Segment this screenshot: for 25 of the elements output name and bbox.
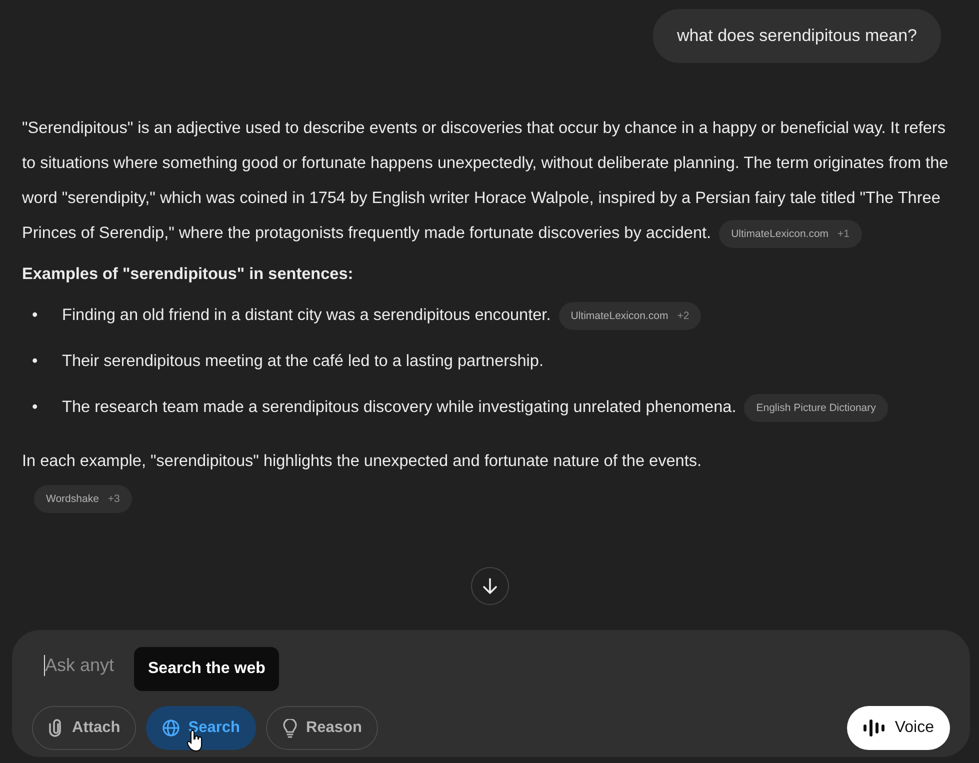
voice-button[interactable]: Voice — [846, 706, 950, 750]
tooltip: Search the web — [134, 647, 280, 691]
example-sentence: Finding an old friend in a distant city was a serendipitous encounter. UltimateLexicon.com +2 — [62, 298, 702, 333]
source-chip[interactable]: UltimateLexicon.com +1 — [719, 220, 862, 248]
tool-button[interactable]: Attach — [32, 706, 136, 750]
source-chip[interactable]: English Picture Dictionary — [744, 394, 888, 422]
answer-paragraph: "Serendipitous" is an adjective used to describe events or discoveries that occur by chance in a happy or beneficial way. It refers to situations where something good or fortunate happens unexpectedly, without deliberate planning. The term originates from the word "serendipity," which was coined in 1754 by English writer Horace Walpole, inspired by a Persian fairy tale titled "The Three Princes of Serendip," where the protagonists frequently made fortunate discoveries by accident. UltimateLexicon.com +1 — [22, 111, 949, 251]
scroll-down-button[interactable] — [471, 567, 509, 605]
example-sentence: Their serendipitous meeting at the café led to a lasting partnership. — [62, 351, 544, 372]
example-sentence: The research team made a serendipitous discovery while investigating unrelated phenomena. English Picture Dictionary — [62, 390, 888, 425]
tool-button[interactable]: Reason — [266, 706, 378, 750]
source-chip[interactable]: UltimateLexicon.com +2 — [558, 302, 702, 330]
down-arrow-icon — [482, 577, 498, 595]
bullet-marker: • — [32, 397, 39, 418]
globe-icon — [162, 719, 180, 737]
user-message: what does serendipitous mean? — [652, 9, 941, 63]
waveform-icon — [862, 718, 885, 738]
bullet-marker: • — [32, 351, 39, 372]
section-heading: Examples of "serendipitous" in sentences: — [22, 264, 354, 285]
tool-button[interactable]: Search — [146, 706, 256, 750]
source-chip[interactable]: Wordshake +3 — [34, 484, 132, 513]
lightbulb-icon — [282, 718, 298, 738]
paperclip-icon — [48, 719, 64, 737]
bullet-marker: • — [32, 305, 39, 326]
answer-paragraph: In each example, "serendipitous" highlights the unexpected and fortunate nature of the events. — [22, 451, 702, 472]
